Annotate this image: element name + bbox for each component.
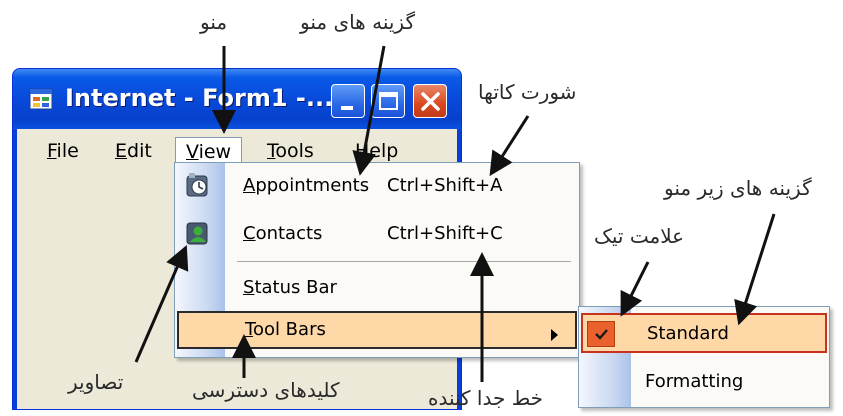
arrow-to-menu-items xyxy=(352,45,386,176)
arrow-to-shortcuts xyxy=(489,115,530,177)
arrow-to-images xyxy=(134,244,189,363)
annotation-arrows xyxy=(134,45,776,382)
arrow-to-submenu-items xyxy=(734,213,776,326)
arrow-to-check-mark xyxy=(620,261,650,317)
